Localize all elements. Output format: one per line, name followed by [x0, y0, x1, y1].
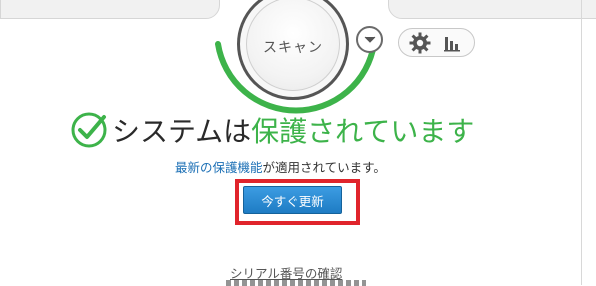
- statistics-button[interactable]: [440, 31, 464, 55]
- window-edge: [581, 0, 582, 285]
- check-circle-icon: [71, 112, 107, 148]
- protection-info: 最新の保護機能が適用されています。: [175, 157, 386, 176]
- top-left-panel: [0, 0, 220, 19]
- gear-icon: [409, 32, 431, 54]
- latest-protection-link[interactable]: 最新の保護機能: [175, 160, 263, 175]
- chevron-down-icon: [364, 36, 375, 43]
- update-now-button[interactable]: 今すぐ更新: [243, 186, 342, 214]
- bar-chart-icon: [444, 37, 460, 52]
- protection-info-text: が適用されています。: [262, 160, 386, 175]
- scan-button-label: スキャン: [263, 40, 323, 56]
- scan-options-dropdown[interactable]: [356, 26, 383, 53]
- settings-button[interactable]: [408, 31, 432, 55]
- status-text-highlight: 保護されています: [251, 115, 475, 148]
- status-text-prefix: システムは: [112, 115, 252, 148]
- top-right-panel: [388, 0, 596, 19]
- truncated-text-line: [226, 280, 366, 286]
- protection-status: システムは 保護されています: [70, 110, 474, 150]
